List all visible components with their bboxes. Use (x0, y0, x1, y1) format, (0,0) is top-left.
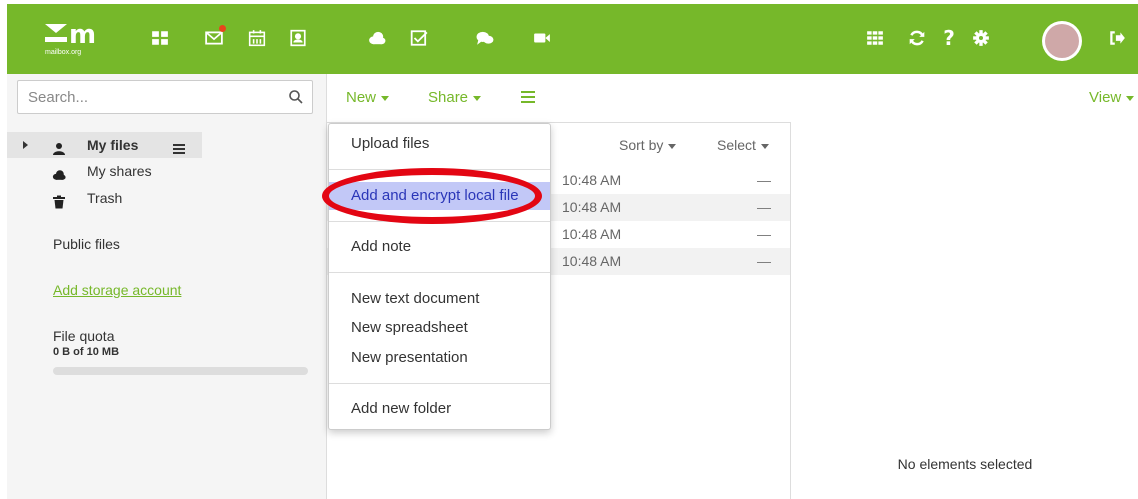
menu-divider (329, 272, 550, 273)
folder-options-menu-icon[interactable] (172, 138, 186, 154)
video-icon[interactable] (529, 25, 555, 51)
view-dropdown-button[interactable]: View (1089, 89, 1135, 106)
new-caret-icon (381, 95, 390, 101)
view-button-label: View (1089, 89, 1122, 106)
menu-item-add-note[interactable]: Add note (329, 233, 550, 261)
tree-item-my-shares[interactable]: My shares (7, 158, 326, 184)
menu-divider (329, 383, 550, 384)
tree-item-trash[interactable]: Trash (7, 185, 326, 211)
file-modified-time: 10:48 AM (562, 253, 622, 269)
new-dropdown-button[interactable]: New (346, 89, 390, 106)
menu-item-new-presentation[interactable]: New presentation (329, 344, 550, 372)
mail-icon[interactable] (201, 25, 227, 51)
search-box[interactable] (17, 80, 313, 114)
details-panel: No elements selected (790, 122, 1138, 499)
portal-icon[interactable] (147, 25, 173, 51)
file-quota-value: 0 B of 10 MB (53, 346, 120, 358)
share-button-label: Share (428, 89, 469, 106)
tree-item-my-files[interactable]: My files (7, 132, 202, 158)
refresh-icon[interactable] (904, 25, 930, 51)
settings-icon[interactable] (968, 25, 994, 51)
file-quota-label: File quota (53, 328, 115, 344)
tree-label-my-shares: My shares (87, 163, 152, 179)
no-selection-message: No elements selected (897, 456, 1033, 472)
cloud-icon (52, 164, 66, 180)
new-button-label: New (346, 89, 377, 106)
sort-caret-icon (668, 143, 677, 149)
file-size: — (757, 253, 771, 269)
menu-item-upload-files[interactable]: Upload files (329, 130, 550, 158)
file-modified-time: 10:48 AM (562, 226, 622, 242)
logo-mark: m (45, 20, 96, 50)
chat-icon[interactable] (472, 25, 498, 51)
logout-icon[interactable] (1104, 25, 1130, 51)
sort-by-dropdown[interactable]: Sort by (619, 137, 677, 153)
cloud-drive-icon[interactable] (364, 25, 390, 51)
trash-icon (52, 191, 66, 209)
user-avatar[interactable] (1042, 21, 1082, 61)
public-files-link[interactable]: Public files (53, 236, 120, 252)
file-modified-time: 10:48 AM (562, 172, 622, 188)
share-caret-icon (473, 95, 482, 101)
select-dropdown[interactable]: Select (717, 137, 769, 153)
menu-divider (329, 221, 550, 222)
app-launcher-icon[interactable] (862, 25, 888, 51)
folder-tree-panel: My files My shares Trash Public files Ad… (7, 74, 327, 499)
file-modified-time: 10:48 AM (562, 199, 622, 215)
mailbox-logo[interactable]: m mailbox.org (45, 22, 105, 62)
search-input[interactable] (18, 81, 268, 113)
help-icon[interactable]: ? (936, 25, 962, 51)
top-navigation-bar: m mailbox.org ? (7, 4, 1138, 74)
menu-divider (329, 169, 550, 170)
avatar-image (1045, 24, 1079, 58)
logo-wordmark: mailbox.org (45, 49, 82, 56)
tasks-icon[interactable] (406, 25, 432, 51)
tree-label-trash: Trash (87, 190, 123, 206)
sort-by-label: Sort by (619, 137, 664, 153)
logo-envelope-icon (45, 24, 67, 42)
user-icon (52, 138, 66, 155)
contacts-icon[interactable] (285, 25, 311, 51)
file-size: — (757, 172, 771, 188)
file-size: — (757, 226, 771, 242)
select-label: Select (717, 137, 756, 153)
file-quota-bar (53, 367, 308, 375)
share-dropdown-button[interactable]: Share (428, 89, 482, 106)
menu-item-new-spreadsheet[interactable]: New spreadsheet (329, 314, 550, 342)
logo-letter: m (69, 20, 96, 50)
view-caret-icon (1126, 95, 1135, 101)
menu-item-add-new-folder[interactable]: Add new folder (329, 395, 550, 423)
mail-notification-dot (219, 25, 226, 32)
menu-item-add-encrypt-local-file[interactable]: Add and encrypt local file (329, 182, 550, 210)
file-size: — (757, 199, 771, 215)
more-actions-menu-icon[interactable] (520, 90, 536, 104)
expand-caret-icon[interactable] (23, 141, 28, 149)
select-caret-icon (760, 143, 769, 149)
search-icon[interactable] (288, 89, 304, 105)
add-storage-account-link[interactable]: Add storage account (53, 282, 181, 298)
tree-label-my-files: My files (87, 137, 139, 153)
calendar-icon[interactable] (244, 25, 270, 51)
file-toolbar: New Share View (327, 74, 1138, 123)
menu-item-new-text-document[interactable]: New text document (329, 285, 550, 313)
new-dropdown-menu: Upload files Add and encrypt local file … (328, 123, 551, 430)
